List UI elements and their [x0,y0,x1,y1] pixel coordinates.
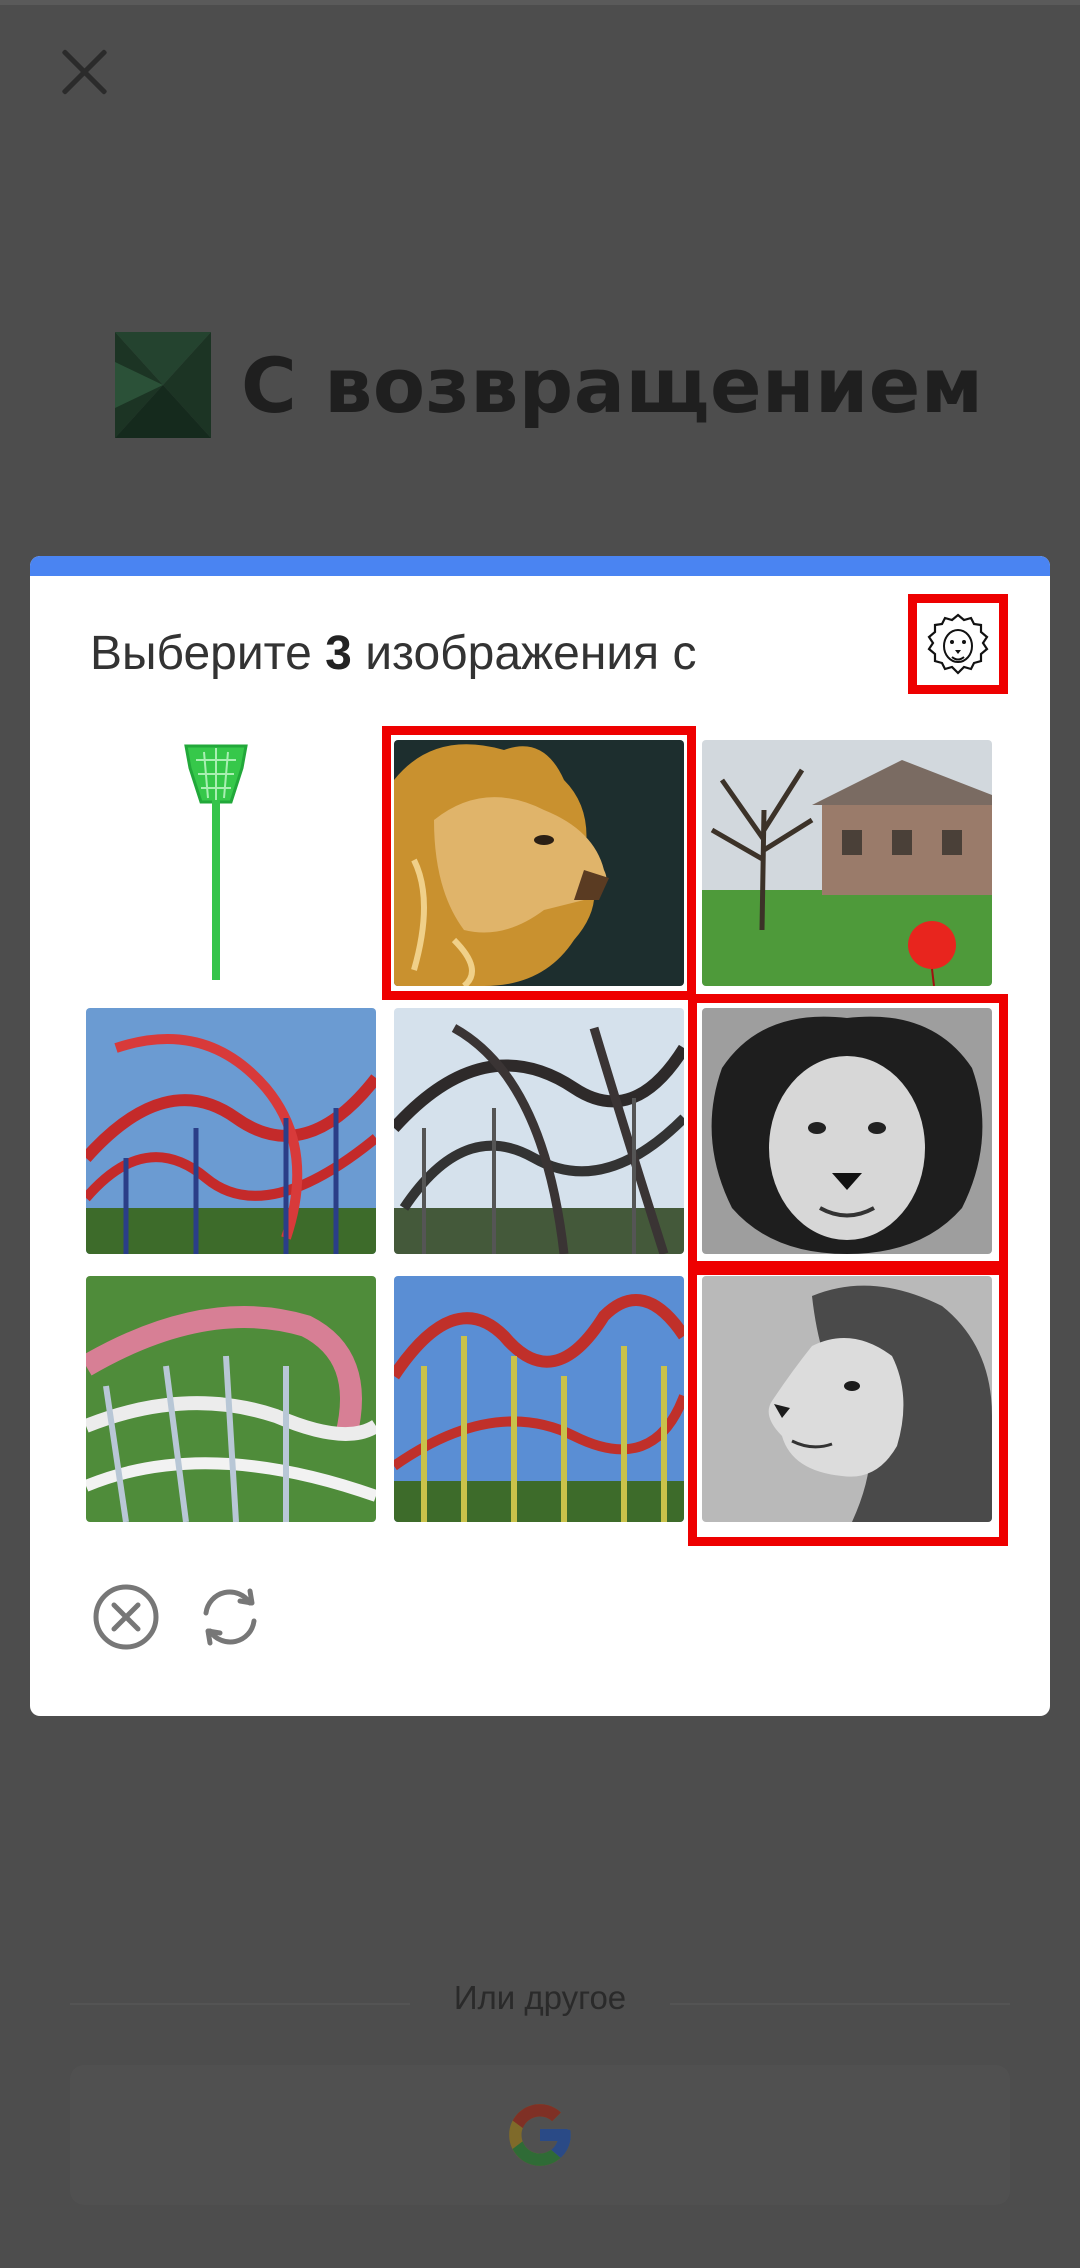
captcha-footer [90,1581,298,1653]
cancel-icon[interactable] [90,1581,162,1653]
house-balloon-image [702,740,992,986]
captcha-tile-6[interactable] [702,1008,992,1254]
divider: Или другое [70,1975,1010,2025]
prompt-suffix: изображения с [351,627,697,680]
google-signin-button[interactable] [70,2065,1010,2205]
captcha-tile-1[interactable] [86,740,376,986]
captcha-tile-2[interactable] [394,740,684,986]
captcha-tile-7[interactable] [86,1276,376,1522]
roller-coaster-image [86,1008,376,1254]
roller-coaster-image [394,1276,684,1522]
close-button[interactable] [56,44,112,100]
captcha-tile-5[interactable] [394,1008,684,1254]
divider-text: Или другое [453,1979,627,2016]
google-icon [509,2104,571,2166]
captcha-tile-4[interactable] [86,1008,376,1254]
brand-header: С возвращением [115,330,983,440]
prompt-prefix: Выберите [90,627,326,680]
captcha-tile-9[interactable] [702,1276,992,1522]
status-line [0,0,1080,5]
lion-image [394,740,684,986]
captcha-accent-bar [30,556,1050,576]
page-title: С возвращением [241,340,984,430]
refresh-icon[interactable] [194,1581,266,1653]
logo-icon [115,332,211,438]
prompt-count: 3 [325,627,352,680]
lion-image [702,1008,992,1254]
roller-coaster-image [394,1008,684,1254]
captcha-tile-8[interactable] [394,1276,684,1522]
captcha-tile-3[interactable] [702,740,992,986]
lion-image [702,1276,992,1522]
example-image [908,594,1008,694]
lion-icon [927,613,989,675]
fly-swatter-image [86,740,376,986]
roller-coaster-image [86,1276,376,1522]
captcha-prompt: Выберите 3 изображения с [90,626,697,681]
captcha-dialog: Выберите 3 изображения с [30,556,1050,1716]
